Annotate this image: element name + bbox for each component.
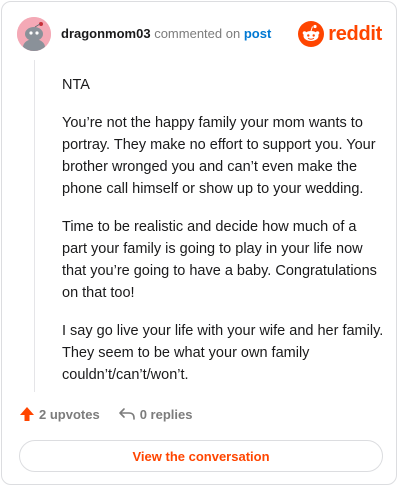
avatar[interactable] <box>17 17 51 51</box>
comment-paragraph: Time to be realistic and decide how much… <box>62 219 377 301</box>
view-conversation-button[interactable]: View the conversation <box>19 440 383 472</box>
upvote-button[interactable]: 2 upvotes <box>19 406 100 422</box>
reply-arrow-icon <box>118 408 135 420</box>
reddit-alien-icon <box>298 21 325 47</box>
thread-line <box>34 60 35 392</box>
comment-paragraph: You’re not the happy family your mom wan… <box>62 115 376 197</box>
reddit-logo[interactable]: reddit <box>298 21 382 47</box>
comment-paragraph: NTA <box>62 77 90 93</box>
reply-button[interactable]: 0 replies <box>118 406 193 422</box>
post-link[interactable]: post <box>244 26 271 41</box>
comment-paragraph: I say go live your life with your wife a… <box>62 323 384 383</box>
reply-count: 0 replies <box>139 406 193 422</box>
upvote-arrow-icon <box>20 407 34 421</box>
username[interactable]: dragonmom03 <box>61 26 151 41</box>
comment-body: NTA You’re not the happy family your mom… <box>62 74 384 402</box>
comment-card: dragonmom03 commented on post reddit NTA… <box>1 1 397 485</box>
snoo-avatar-icon <box>17 17 51 51</box>
commented-on-text: commented on <box>154 26 241 41</box>
comment-header: dragonmom03 commented on post <box>61 26 271 41</box>
comment-actions: 2 upvotes 0 replies <box>19 406 192 422</box>
upvote-count: 2 upvotes <box>39 406 100 422</box>
reddit-wordmark: reddit <box>328 22 382 45</box>
